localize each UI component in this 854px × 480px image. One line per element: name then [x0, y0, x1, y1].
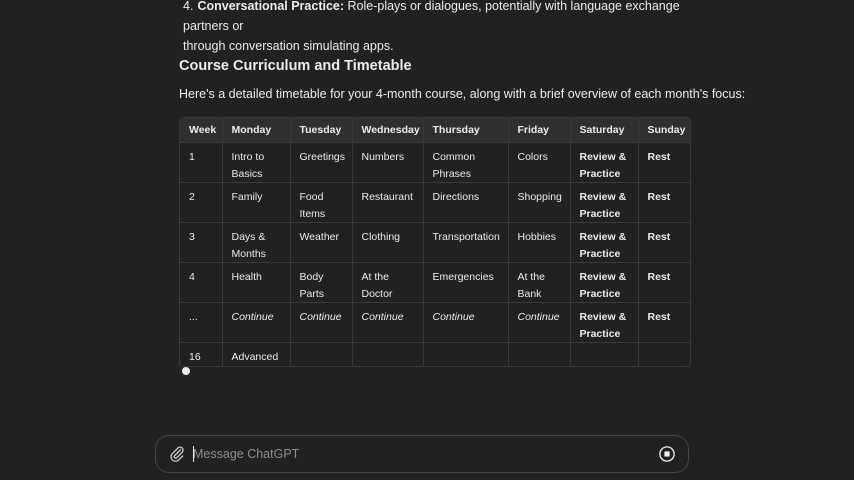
stop-generating-icon[interactable]	[658, 445, 676, 463]
cell-monday: Health	[222, 262, 291, 303]
cell-tuesday: Greetings	[290, 142, 353, 183]
cell-friday: At the Bank	[508, 262, 571, 303]
cell-tuesday	[290, 342, 353, 366]
table-row: 2 Family Food Items Restaurant Direction…	[180, 182, 690, 223]
cell-wednesday: Continue	[352, 302, 424, 343]
cell-week: 2	[180, 182, 223, 223]
cell-monday: Family	[222, 182, 291, 223]
cell-monday: Continue	[222, 302, 291, 343]
cell-week: 1	[180, 142, 223, 183]
cell-thursday: Emergencies	[423, 262, 509, 303]
cell-saturday: Review & Practice	[570, 142, 639, 183]
cell-saturday	[570, 342, 639, 366]
cell-tuesday: Continue	[290, 302, 353, 343]
cell-wednesday: Numbers	[352, 142, 424, 183]
cell-sunday: Rest	[638, 262, 690, 303]
cell-friday: Hobbies	[508, 222, 571, 263]
section-intro: Here's a detailed timetable for your 4-m…	[179, 87, 746, 101]
table-row: 1 Intro to Basics Greetings Numbers Comm…	[180, 142, 690, 183]
cell-saturday: Review & Practice	[570, 182, 639, 223]
cell-wednesday: Restaurant	[352, 182, 424, 223]
cell-week: 3	[180, 222, 223, 263]
timetable: Week Monday Tuesday Wednesday Thursday F…	[179, 117, 691, 367]
table-row: 4 Health Body Parts At the Doctor Emerge…	[180, 262, 690, 303]
header-tuesday: Tuesday	[290, 118, 353, 143]
cell-friday: Shopping	[508, 182, 571, 223]
timetable-table: Week Monday Tuesday Wednesday Thursday F…	[180, 118, 690, 366]
cell-tuesday: Weather	[290, 222, 353, 263]
cell-week: 16	[180, 342, 223, 366]
table-row: 3 Days & Months Weather Clothing Transpo…	[180, 222, 690, 263]
cell-tuesday: Body Parts	[290, 262, 353, 303]
cell-thursday: Transportation	[423, 222, 509, 263]
list-number: 4.	[183, 0, 194, 13]
header-wednesday: Wednesday	[352, 118, 424, 143]
table-row: 16 Advanced	[180, 342, 690, 366]
header-thursday: Thursday	[423, 118, 509, 143]
cell-sunday: Rest	[638, 222, 690, 263]
cell-sunday: Rest	[638, 142, 690, 183]
cell-thursday: Continue	[423, 302, 509, 343]
cell-week: 4	[180, 262, 223, 303]
message-input[interactable]	[193, 442, 633, 466]
cell-sunday	[638, 342, 690, 366]
cell-friday: Colors	[508, 142, 571, 183]
list-item-title: Conversational Practice:	[197, 0, 345, 13]
cell-saturday: Review & Practice	[570, 302, 639, 343]
header-friday: Friday	[508, 118, 571, 143]
cell-wednesday: Clothing	[352, 222, 424, 263]
cell-monday: Advanced	[222, 342, 291, 366]
message-composer	[155, 435, 689, 473]
cell-sunday: Rest	[638, 302, 690, 343]
cell-friday: Continue	[508, 302, 571, 343]
cell-saturday: Review & Practice	[570, 222, 639, 263]
cell-wednesday: At the Doctor	[352, 262, 424, 303]
cell-thursday	[423, 342, 509, 366]
cell-tuesday: Food Items	[290, 182, 353, 223]
section-heading: Course Curriculum and Timetable	[179, 58, 412, 74]
header-saturday: Saturday	[570, 118, 639, 143]
table-row: ... Continue Continue Continue Continue …	[180, 302, 690, 343]
cell-friday	[508, 342, 571, 366]
cell-monday: Days & Months	[222, 222, 291, 263]
header-monday: Monday	[222, 118, 291, 143]
cell-wednesday	[352, 342, 424, 366]
header-week: Week	[180, 118, 223, 143]
table-header-row: Week Monday Tuesday Wednesday Thursday F…	[180, 118, 690, 143]
cell-week: ...	[180, 302, 223, 343]
cell-saturday: Review & Practice	[570, 262, 639, 303]
cell-thursday: Directions	[423, 182, 509, 223]
cell-sunday: Rest	[638, 182, 690, 223]
cell-monday: Intro to Basics	[222, 142, 291, 183]
header-sunday: Sunday	[638, 118, 690, 143]
paperclip-icon[interactable]	[168, 445, 186, 463]
list-item-text-line2: through conversation simulating apps.	[183, 39, 394, 53]
streaming-cursor-dot	[182, 367, 190, 375]
list-item-conversational-practice: 4. Conversational Practice: Role-plays or…	[183, 0, 703, 56]
cell-thursday: Common Phrases	[423, 142, 509, 183]
